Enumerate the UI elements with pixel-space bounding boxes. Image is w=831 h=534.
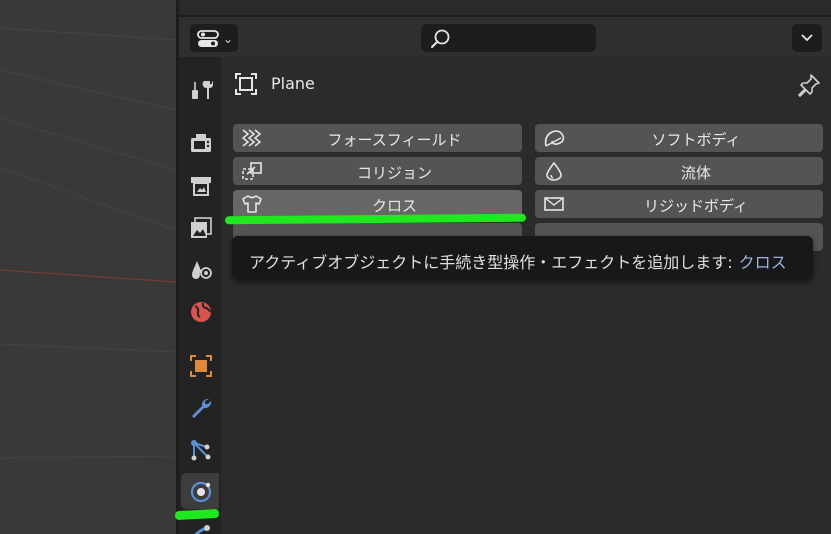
view-layer-icon [191,217,212,238]
tab-view-layer[interactable] [181,209,219,245]
cloth-label: クロス [371,197,417,215]
area-top-edge [179,0,831,17]
scene-icon [192,261,212,279]
tab-render[interactable] [181,124,219,160]
collision-icon [242,162,262,180]
tab-output[interactable] [181,167,219,203]
properties-tabs [174,57,221,534]
particles-icon [191,440,211,461]
chevron-down-icon [801,34,813,42]
tooltip-operator-name: クロス [738,253,787,272]
pin-icon[interactable] [796,72,822,98]
soft-body-icon [544,130,565,147]
chevron-down-icon: ⌄ [223,32,234,46]
tab-world[interactable] [181,293,219,329]
tab-scene[interactable] [181,251,219,287]
fluid-icon [546,161,562,181]
constraints-icon [194,525,210,534]
editor-type-button[interactable]: ⌄ [190,24,238,52]
render-icon [191,134,211,152]
collision-label: コリジョン [356,164,432,182]
3d-viewport[interactable] [0,0,176,534]
output-icon [191,177,211,196]
rigid-body-icon [544,197,564,211]
options-dropdown[interactable] [792,24,822,52]
force-field-button[interactable]: フォースフィールド [233,124,522,152]
tab-object[interactable] [181,347,219,383]
viewport-grid [0,27,176,459]
wrench-icon [192,398,212,418]
tab-modifiers[interactable] [181,389,219,425]
object-icon [190,355,212,377]
tooltip-text: アクティブオブジェクトに手続き型操作・エフェクトを追加します: クロス [249,249,787,273]
tab-particles[interactable] [181,431,219,467]
properties-main: Plane フォースフィールド ソフトボディ コリジョン 流体 クロス リジッド… [221,57,831,534]
fluid-button[interactable]: 流体 [535,157,823,185]
soft-body-label: ソフトボディ [651,131,741,149]
object-name: Plane [271,74,315,93]
tool-settings-icon [192,81,213,99]
tooltip-description: アクティブオブジェクトに手続き型操作・エフェクトを追加します: [249,253,733,272]
tooltip: アクティブオブジェクトに手続き型操作・エフェクトを追加します: クロス [232,236,813,280]
search-icon [431,29,450,48]
soft-body-button[interactable]: ソフトボディ [535,124,823,152]
cloth-icon [242,195,262,213]
collision-button[interactable]: コリジョン [233,157,522,185]
tab-physics[interactable] [181,473,219,509]
properties-editor-icon [197,30,219,47]
rigid-body-label: リジッドボディ [644,197,748,215]
world-icon [191,302,211,322]
properties-header: ⌄ [179,19,831,57]
fluid-label: 流体 [680,164,711,182]
force-field-icon [241,129,262,147]
tab-tool[interactable] [181,71,219,107]
mesh-object-icon [235,73,257,95]
physics-icon [190,481,212,503]
force-field-label: フォースフィールド [327,131,462,149]
search-field[interactable] [421,24,596,52]
rigid-body-button[interactable]: リジッドボディ [535,190,823,218]
